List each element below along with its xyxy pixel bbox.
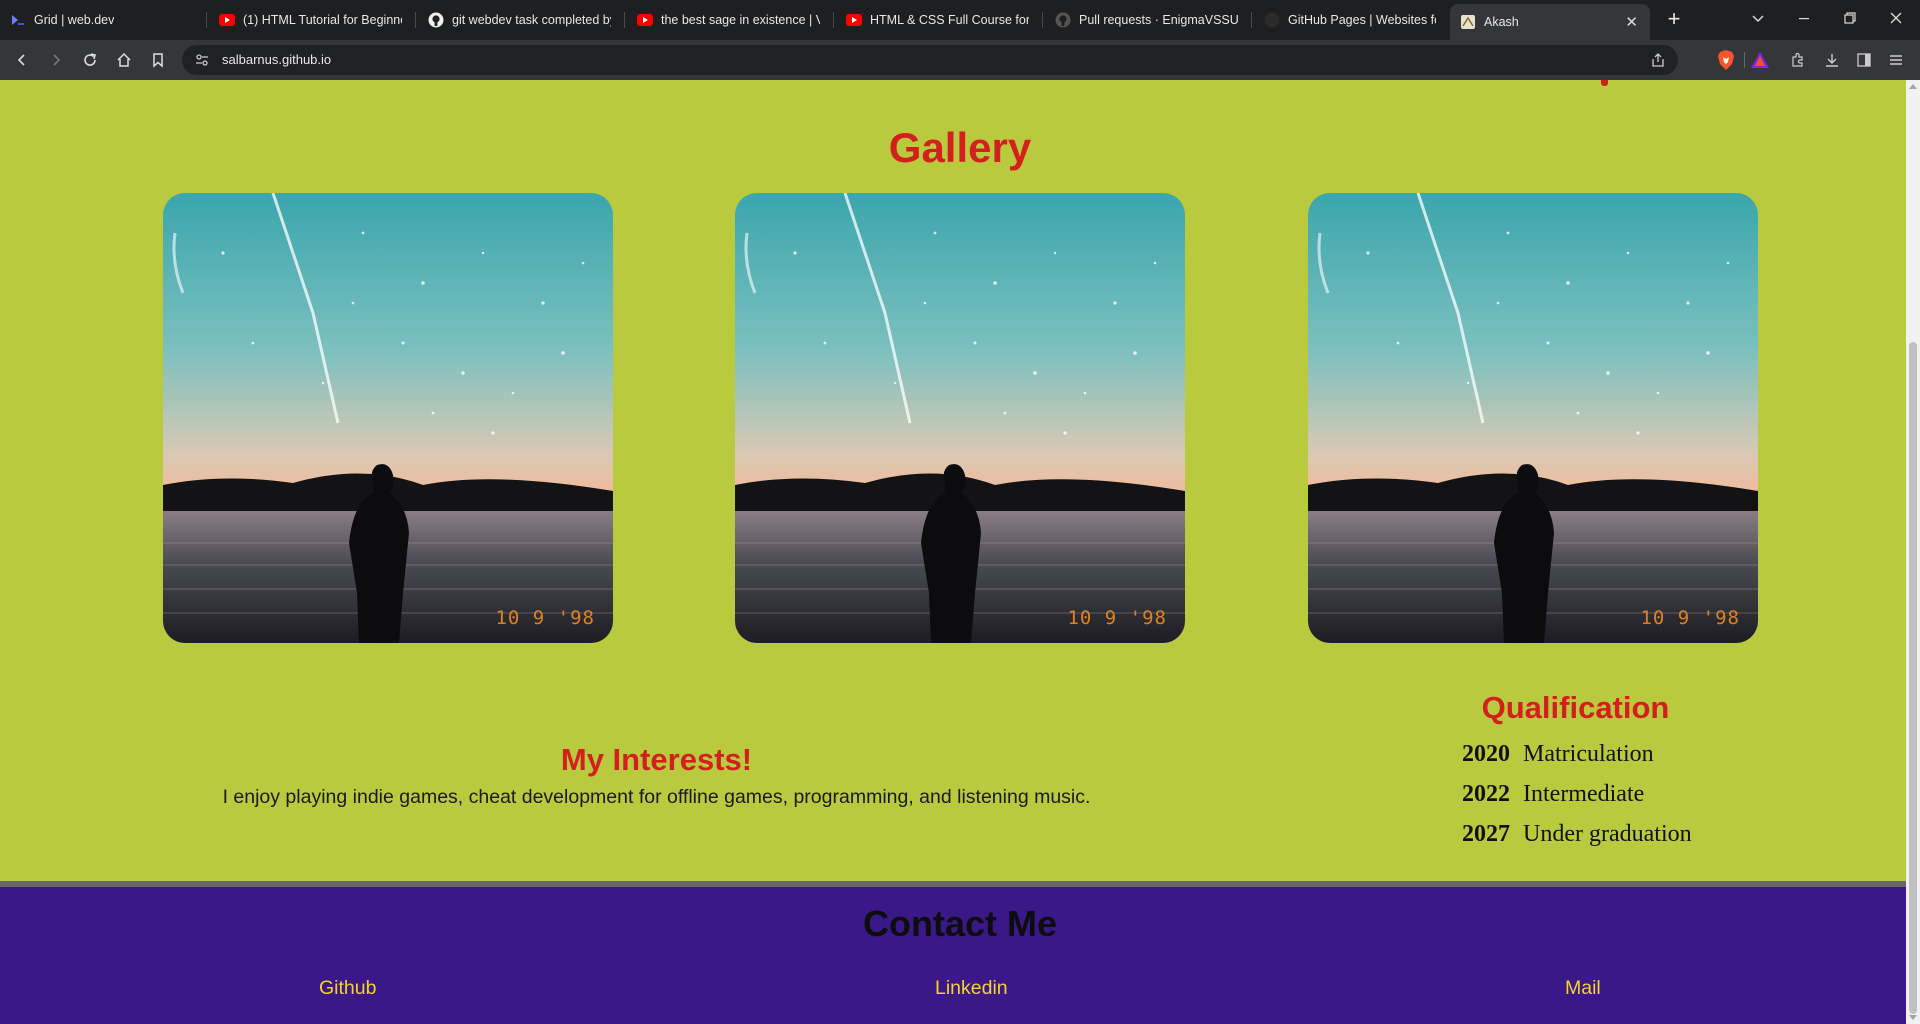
download-icon[interactable] (1822, 50, 1842, 70)
tab-web-dev[interactable]: Grid | web.dev (0, 4, 205, 36)
tab-pull-requests[interactable]: Pull requests · EnigmaVSSUT/ (1045, 4, 1250, 36)
toolbar-divider (1744, 52, 1745, 68)
scroll-down-arrow-icon[interactable] (1909, 1015, 1917, 1020)
scrollbar-thumb[interactable] (1909, 342, 1917, 1014)
tab-search-chevron-icon[interactable] (1738, 4, 1778, 32)
url-text: salbarnus.github.io (222, 52, 332, 67)
qualification-year: 2020 (1462, 741, 1510, 767)
photo-date-stamp: 10 9 '98 (495, 607, 595, 629)
qualification-label: Under graduation (1523, 821, 1692, 847)
tab-akash[interactable]: Akash ✕ (1450, 4, 1650, 40)
brave-shields-icon[interactable] (1716, 50, 1736, 70)
qualification-row: 2027 Under graduation (1462, 821, 1692, 848)
tab-best-sage[interactable]: the best sage in existence | VA (627, 4, 832, 36)
qualification-row: 2020 Matriculation (1462, 741, 1654, 768)
qualification-title: Qualification (1481, 690, 1670, 725)
minimize-button[interactable] (1784, 4, 1824, 32)
tab-separator (624, 12, 625, 28)
tab-html-tutorial[interactable]: (1) HTML Tutorial for Beginners (209, 4, 414, 36)
sidebar-icon[interactable] (1854, 50, 1874, 70)
tab-separator (833, 12, 834, 28)
home-icon[interactable] (110, 46, 138, 74)
interests-title: My Interests! (560, 742, 753, 777)
close-window-button[interactable] (1876, 4, 1916, 32)
github-icon (1055, 12, 1071, 28)
mail-link[interactable]: Mail (1565, 977, 1601, 1000)
github-icon (428, 12, 444, 28)
github-link[interactable]: Github (319, 977, 376, 1000)
github-icon (1264, 12, 1280, 28)
youtube-icon (219, 12, 235, 28)
bookmark-icon[interactable] (144, 46, 172, 74)
tab-github-pages[interactable]: GitHub Pages | Websites for yo (1254, 4, 1448, 36)
brave-rewards-icon[interactable] (1750, 50, 1770, 70)
qualification-label: Intermediate (1523, 781, 1645, 807)
gallery-photo: 10 9 '98 (163, 193, 613, 643)
photo-date-stamp: 10 9 '98 (1640, 607, 1740, 629)
share-icon[interactable] (1650, 52, 1666, 68)
browser-toolbar: salbarnus.github.io (0, 40, 1920, 80)
site-info-icon[interactable] (194, 52, 210, 68)
restore-button[interactable] (1830, 4, 1870, 32)
photo-date-stamp: 10 9 '98 (1067, 607, 1167, 629)
gallery-photo: 10 9 '98 (735, 193, 1185, 643)
tab-html-css-course[interactable]: HTML & CSS Full Course for fr (836, 4, 1041, 36)
webdev-icon (10, 12, 26, 28)
forward-arrow-icon[interactable] (42, 46, 70, 74)
qualification-label: Matriculation (1523, 741, 1654, 767)
tab-separator (206, 12, 207, 28)
extensions-icon[interactable] (1788, 50, 1808, 70)
youtube-icon (846, 12, 862, 28)
scrolled-heading-remnant (1601, 80, 1608, 86)
contact-section: Contact Me Github Linkedin Mail (0, 881, 1906, 1024)
qualification-row: 2022 Intermediate (1462, 781, 1644, 808)
linkedin-link[interactable]: Linkedin (935, 977, 1008, 1000)
qualification-year: 2027 (1462, 821, 1510, 847)
close-tab-icon[interactable]: ✕ (1617, 13, 1638, 31)
new-tab-button[interactable]: + (1660, 6, 1688, 34)
page-icon (1460, 14, 1476, 30)
tab-separator (415, 12, 416, 28)
browser-tab-bar: Grid | web.dev (1) HTML Tutorial for Beg… (0, 0, 1920, 40)
page-scrollbar[interactable] (1906, 80, 1920, 1024)
menu-icon[interactable] (1886, 50, 1906, 70)
interests-text: I enjoy playing indie games, cheat devel… (222, 786, 1091, 808)
scroll-up-arrow-icon[interactable] (1909, 84, 1917, 89)
youtube-icon (637, 12, 653, 28)
gallery-title: Gallery (888, 124, 1032, 171)
address-bar[interactable]: salbarnus.github.io (182, 45, 1678, 75)
tab-separator (1251, 12, 1252, 28)
back-arrow-icon[interactable] (8, 46, 36, 74)
tab-git-webdev-task[interactable]: git webdev task completed by (418, 4, 623, 36)
gallery-photo: 10 9 '98 (1308, 193, 1758, 643)
contact-title: Contact Me (862, 903, 1057, 944)
qualification-year: 2022 (1462, 781, 1510, 807)
tab-separator (1042, 12, 1043, 28)
reload-icon[interactable] (76, 46, 104, 74)
page-viewport: Gallery 10 9 '98 10 9 '98 10 9 '98 My In… (0, 80, 1906, 1024)
